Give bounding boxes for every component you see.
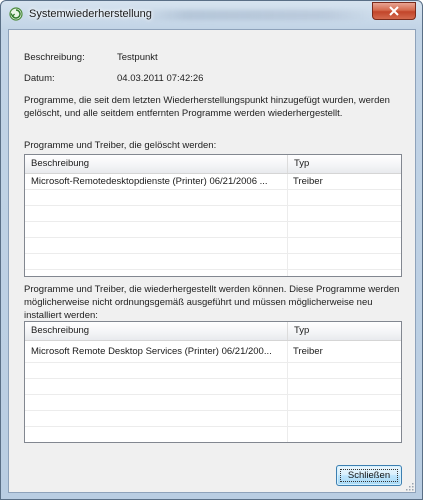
row-description: Microsoft Remote Desktop Services (Print… bbox=[31, 346, 272, 357]
title-background-blur bbox=[141, 10, 371, 20]
dialog-window: Systemwiederherstellung Beschreibung: Te… bbox=[0, 0, 423, 500]
focus-rectangle bbox=[340, 469, 398, 482]
empty-row bbox=[25, 427, 401, 442]
title-bar[interactable]: Systemwiederherstellung bbox=[1, 1, 422, 29]
close-window-button[interactable] bbox=[372, 2, 416, 20]
dialog-content: Beschreibung: Testpunkt Datum: 04.03.201… bbox=[8, 29, 416, 493]
date-label: Datum: bbox=[24, 73, 55, 84]
row-type: Treiber bbox=[293, 176, 323, 187]
empty-row bbox=[25, 222, 401, 238]
date-value: 04.03.2011 07:42:26 bbox=[117, 73, 204, 84]
table-row[interactable]: Microsoft-Remotedesktopdienste (Printer)… bbox=[25, 174, 401, 190]
row-description: Microsoft-Remotedesktopdienste (Printer)… bbox=[31, 176, 268, 187]
close-icon bbox=[389, 6, 399, 16]
deleted-section-label: Programme und Treiber, die gelöscht werd… bbox=[24, 140, 217, 151]
column-header-description[interactable]: Beschreibung bbox=[25, 322, 287, 340]
column-header-type[interactable]: Typ bbox=[287, 155, 401, 173]
empty-row bbox=[25, 238, 401, 254]
window-title: Systemwiederherstellung bbox=[29, 8, 152, 20]
restored-section-label: Programme und Treiber, die wiederhergest… bbox=[24, 284, 400, 321]
row-type: Treiber bbox=[293, 346, 323, 357]
description-label: Beschreibung: bbox=[24, 52, 85, 63]
empty-row bbox=[25, 190, 401, 206]
empty-row bbox=[25, 206, 401, 222]
empty-row bbox=[25, 363, 401, 379]
system-restore-icon bbox=[9, 7, 23, 21]
resize-grip-icon[interactable] bbox=[404, 481, 414, 491]
restored-programs-list[interactable]: Beschreibung Typ Microsoft Remote Deskto… bbox=[24, 321, 402, 443]
table-row[interactable]: Microsoft Remote Desktop Services (Print… bbox=[25, 341, 401, 363]
empty-row bbox=[25, 411, 401, 427]
column-header-type[interactable]: Typ bbox=[287, 322, 401, 340]
empty-row bbox=[25, 379, 401, 395]
column-header-description[interactable]: Beschreibung bbox=[25, 155, 287, 173]
list-header: Beschreibung Typ bbox=[25, 322, 401, 341]
deleted-programs-list[interactable]: Beschreibung Typ Microsoft-Remotedesktop… bbox=[24, 154, 402, 277]
empty-row bbox=[25, 395, 401, 411]
list-header: Beschreibung Typ bbox=[25, 155, 401, 174]
close-button[interactable]: Schließen bbox=[336, 465, 402, 486]
empty-row bbox=[25, 254, 401, 270]
info-paragraph: Programme, die seit dem letzten Wiederhe… bbox=[24, 95, 390, 119]
description-value: Testpunkt bbox=[117, 52, 158, 63]
